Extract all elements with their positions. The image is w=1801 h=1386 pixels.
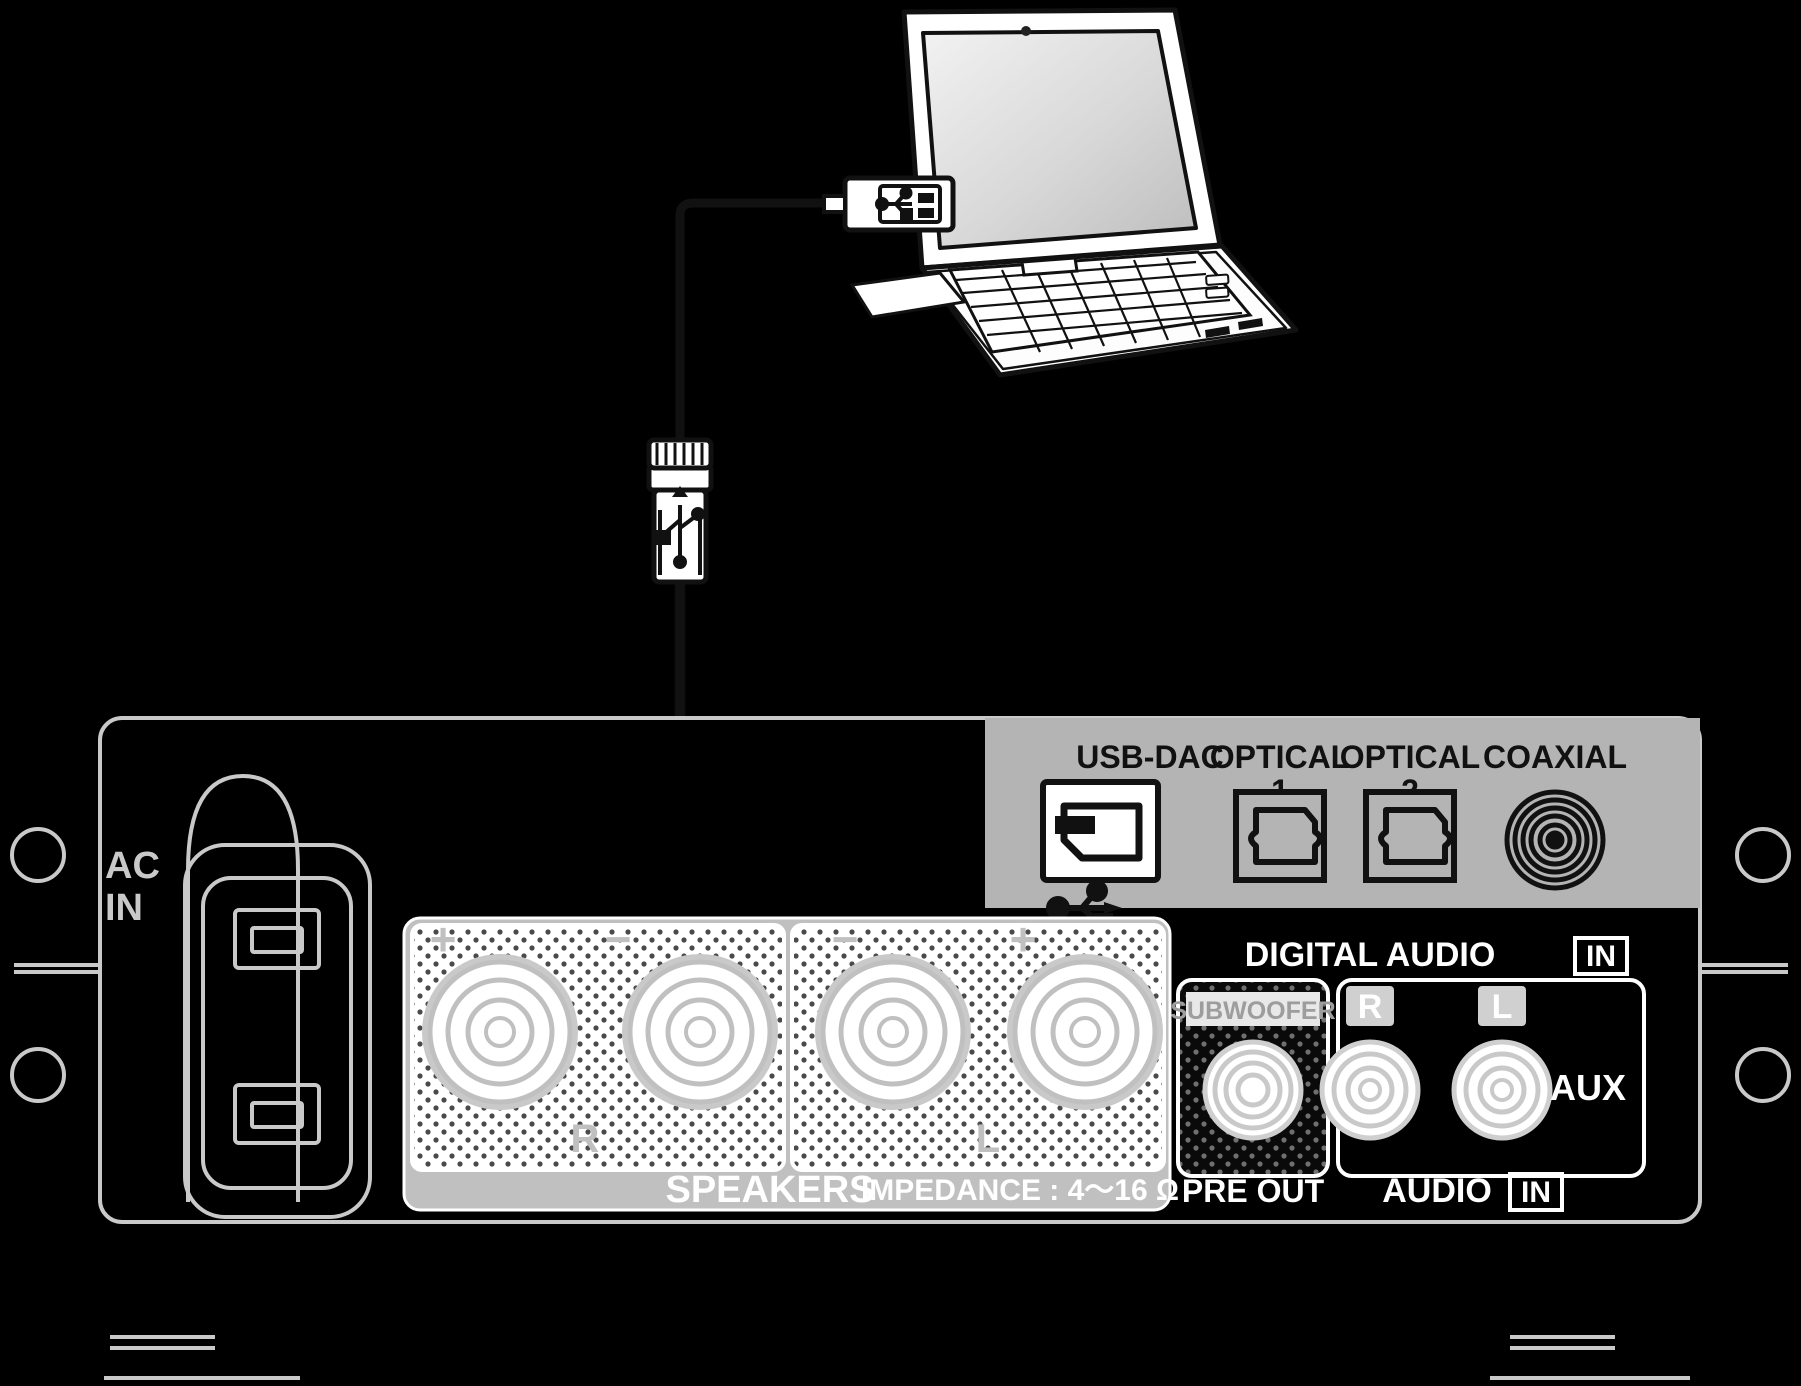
polarity-r-plus: +: [430, 913, 457, 965]
subwoofer-label: SUBWOOFER: [1170, 997, 1335, 1025]
jack-subwoofer-preout[interactable]: [1202, 1039, 1304, 1141]
usb-a-strain-relief: [822, 194, 847, 214]
label-coaxial: COAXIAL: [1483, 739, 1627, 775]
speaker-channel-right: R: [571, 1117, 600, 1161]
aux-jack-label-right: R: [1358, 988, 1383, 1026]
usb-a-contact-lower: [918, 208, 934, 218]
polarity-r-minus: −: [605, 913, 632, 965]
toslink-opening-1: [1248, 807, 1323, 865]
jack-optical-1[interactable]: [1233, 789, 1327, 883]
usb-a-contact-upper: [918, 193, 934, 203]
jack-usb-dac[interactable]: [1040, 779, 1161, 883]
binding-post-r-minus[interactable]: [622, 954, 778, 1110]
jack-optical-2[interactable]: [1363, 789, 1457, 883]
speaker-channel-left: L: [976, 1117, 1000, 1161]
audio-in-section: R L AUX AUDIO IN: [1319, 978, 1646, 1212]
polarity-l-minus: −: [832, 913, 859, 965]
speakers-section-label: SPEAKERS: [665, 1169, 874, 1211]
speakers-impedance-label: IMPEDANCE : 4～16 Ω: [861, 1174, 1179, 1207]
toslink-opening-2: [1378, 807, 1453, 865]
label-usb-dac: USB-DAC: [1076, 739, 1224, 775]
usb-type-b-plug: [646, 437, 714, 585]
pre-out-section: SUBWOOFER PRE OUT: [1170, 978, 1336, 1209]
binding-post-r-plus[interactable]: [422, 954, 578, 1110]
ac-in-label-line2: IN: [105, 887, 143, 929]
binding-post-l-minus[interactable]: [815, 954, 971, 1110]
polarity-l-plus: +: [1010, 913, 1037, 965]
jack-aux-left[interactable]: [1451, 1039, 1553, 1141]
ac-in-label-line1: AC: [105, 845, 160, 887]
audio-in-badge-text: IN: [1521, 1176, 1551, 1209]
laptop-screen: [921, 29, 1198, 250]
binding-post-l-plus[interactable]: [1007, 954, 1163, 1110]
label-optical-2: OPTICAL: [1340, 739, 1480, 775]
diagram-canvas: AC IN USB-DAC OPTICAL 1 OPTICAL 2 COAXIA…: [0, 0, 1801, 1386]
speakers-section: + − − + R L SPEAKERS IMPEDANCE : 4～16 Ω: [402, 913, 1179, 1212]
jack-coaxial[interactable]: [1504, 789, 1606, 891]
usb-b-jack-contact: [1055, 816, 1095, 834]
label-optical-1: OPTICAL: [1210, 739, 1350, 775]
digital-audio-in-badge-text: IN: [1586, 940, 1616, 973]
pre-out-section-label: PRE OUT: [1182, 1173, 1325, 1209]
aux-jack-label-left: L: [1492, 988, 1513, 1026]
aux-label: AUX: [1550, 1067, 1626, 1108]
digital-audio-section-label: DIGITAL AUDIO: [1245, 936, 1496, 974]
usb-type-a-plug: [822, 175, 956, 233]
jack-aux-right[interactable]: [1319, 1039, 1421, 1141]
laptop-hinge: [1020, 256, 1079, 277]
laptop-webcam-icon: [1021, 26, 1031, 36]
audio-in-section-label: AUDIO: [1382, 1172, 1492, 1210]
